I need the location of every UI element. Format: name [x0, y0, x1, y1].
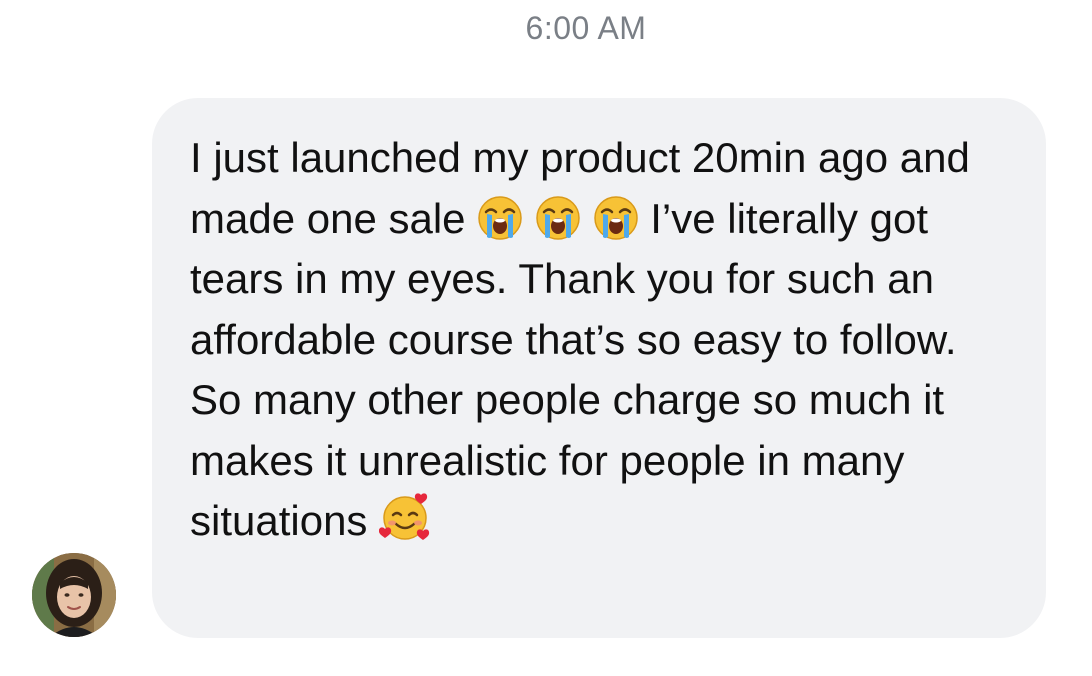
loudly-crying-face-icon — [593, 195, 639, 241]
message-timestamp: 6:00 AM — [525, 10, 647, 46]
message-bubble[interactable]: I just launched my product 20min ago and… — [152, 98, 1046, 638]
message-text: I just launched my product 20min ago and… — [190, 128, 1008, 552]
loudly-crying-face-icon — [477, 195, 523, 241]
sender-avatar[interactable] — [32, 553, 116, 637]
loudly-crying-face-icon — [535, 195, 581, 241]
message-text-part-2: I’ve literally got tears in my eyes. Tha… — [190, 194, 969, 545]
smiling-face-with-hearts-icon — [378, 491, 430, 540]
user-avatar-photo-icon — [32, 553, 116, 637]
